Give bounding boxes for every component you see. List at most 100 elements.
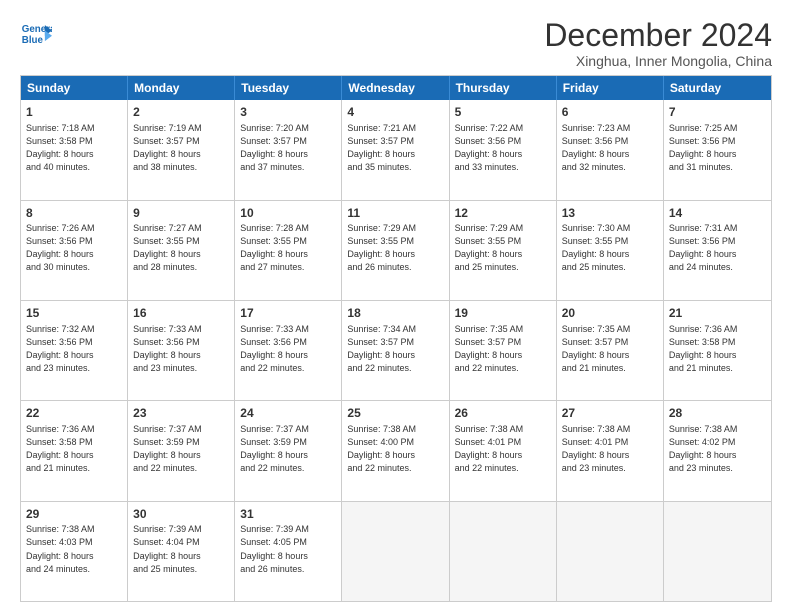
empty-cell xyxy=(557,502,664,601)
day-details: Sunrise: 7:33 AMSunset: 3:56 PMDaylight:… xyxy=(133,323,229,375)
calendar: SundayMondayTuesdayWednesdayThursdayFrid… xyxy=(20,75,772,602)
day-cell-14: 14Sunrise: 7:31 AMSunset: 3:56 PMDayligh… xyxy=(664,201,771,300)
header-day-tuesday: Tuesday xyxy=(235,76,342,100)
day-cell-30: 30Sunrise: 7:39 AMSunset: 4:04 PMDayligh… xyxy=(128,502,235,601)
day-cell-10: 10Sunrise: 7:28 AMSunset: 3:55 PMDayligh… xyxy=(235,201,342,300)
day-cell-4: 4Sunrise: 7:21 AMSunset: 3:57 PMDaylight… xyxy=(342,100,449,199)
calendar-header: SundayMondayTuesdayWednesdayThursdayFrid… xyxy=(21,76,771,100)
calendar-row-1: 1Sunrise: 7:18 AMSunset: 3:58 PMDaylight… xyxy=(21,100,771,200)
day-cell-23: 23Sunrise: 7:37 AMSunset: 3:59 PMDayligh… xyxy=(128,401,235,500)
day-cell-13: 13Sunrise: 7:30 AMSunset: 3:55 PMDayligh… xyxy=(557,201,664,300)
day-number: 23 xyxy=(133,405,229,422)
day-details: Sunrise: 7:27 AMSunset: 3:55 PMDaylight:… xyxy=(133,222,229,274)
day-number: 7 xyxy=(669,104,766,121)
page: General Blue December 2024 Xinghua, Inne… xyxy=(0,0,792,612)
day-details: Sunrise: 7:28 AMSunset: 3:55 PMDaylight:… xyxy=(240,222,336,274)
day-cell-24: 24Sunrise: 7:37 AMSunset: 3:59 PMDayligh… xyxy=(235,401,342,500)
day-number: 24 xyxy=(240,405,336,422)
day-number: 16 xyxy=(133,305,229,322)
day-number: 25 xyxy=(347,405,443,422)
day-number: 12 xyxy=(455,205,551,222)
day-details: Sunrise: 7:38 AMSunset: 4:00 PMDaylight:… xyxy=(347,423,443,475)
day-number: 10 xyxy=(240,205,336,222)
day-details: Sunrise: 7:35 AMSunset: 3:57 PMDaylight:… xyxy=(455,323,551,375)
day-details: Sunrise: 7:37 AMSunset: 3:59 PMDaylight:… xyxy=(133,423,229,475)
day-cell-31: 31Sunrise: 7:39 AMSunset: 4:05 PMDayligh… xyxy=(235,502,342,601)
day-number: 6 xyxy=(562,104,658,121)
day-cell-22: 22Sunrise: 7:36 AMSunset: 3:58 PMDayligh… xyxy=(21,401,128,500)
day-cell-29: 29Sunrise: 7:38 AMSunset: 4:03 PMDayligh… xyxy=(21,502,128,601)
day-details: Sunrise: 7:26 AMSunset: 3:56 PMDaylight:… xyxy=(26,222,122,274)
day-details: Sunrise: 7:30 AMSunset: 3:55 PMDaylight:… xyxy=(562,222,658,274)
day-cell-17: 17Sunrise: 7:33 AMSunset: 3:56 PMDayligh… xyxy=(235,301,342,400)
day-cell-21: 21Sunrise: 7:36 AMSunset: 3:58 PMDayligh… xyxy=(664,301,771,400)
calendar-row-3: 15Sunrise: 7:32 AMSunset: 3:56 PMDayligh… xyxy=(21,301,771,401)
day-number: 31 xyxy=(240,506,336,523)
header-day-friday: Friday xyxy=(557,76,664,100)
calendar-row-5: 29Sunrise: 7:38 AMSunset: 4:03 PMDayligh… xyxy=(21,502,771,601)
day-details: Sunrise: 7:35 AMSunset: 3:57 PMDaylight:… xyxy=(562,323,658,375)
day-cell-25: 25Sunrise: 7:38 AMSunset: 4:00 PMDayligh… xyxy=(342,401,449,500)
day-details: Sunrise: 7:29 AMSunset: 3:55 PMDaylight:… xyxy=(455,222,551,274)
day-details: Sunrise: 7:32 AMSunset: 3:56 PMDaylight:… xyxy=(26,323,122,375)
day-number: 5 xyxy=(455,104,551,121)
day-details: Sunrise: 7:33 AMSunset: 3:56 PMDaylight:… xyxy=(240,323,336,375)
day-number: 18 xyxy=(347,305,443,322)
day-details: Sunrise: 7:22 AMSunset: 3:56 PMDaylight:… xyxy=(455,122,551,174)
day-details: Sunrise: 7:38 AMSunset: 4:03 PMDaylight:… xyxy=(26,523,122,575)
day-cell-16: 16Sunrise: 7:33 AMSunset: 3:56 PMDayligh… xyxy=(128,301,235,400)
calendar-body: 1Sunrise: 7:18 AMSunset: 3:58 PMDaylight… xyxy=(21,100,771,601)
day-details: Sunrise: 7:31 AMSunset: 3:56 PMDaylight:… xyxy=(669,222,766,274)
day-cell-11: 11Sunrise: 7:29 AMSunset: 3:55 PMDayligh… xyxy=(342,201,449,300)
day-number: 20 xyxy=(562,305,658,322)
day-number: 9 xyxy=(133,205,229,222)
day-number: 29 xyxy=(26,506,122,523)
header-day-wednesday: Wednesday xyxy=(342,76,449,100)
empty-cell xyxy=(450,502,557,601)
day-cell-3: 3Sunrise: 7:20 AMSunset: 3:57 PMDaylight… xyxy=(235,100,342,199)
day-details: Sunrise: 7:38 AMSunset: 4:01 PMDaylight:… xyxy=(455,423,551,475)
day-details: Sunrise: 7:36 AMSunset: 3:58 PMDaylight:… xyxy=(26,423,122,475)
day-cell-20: 20Sunrise: 7:35 AMSunset: 3:57 PMDayligh… xyxy=(557,301,664,400)
svg-text:Blue: Blue xyxy=(22,35,44,46)
day-details: Sunrise: 7:34 AMSunset: 3:57 PMDaylight:… xyxy=(347,323,443,375)
day-number: 13 xyxy=(562,205,658,222)
calendar-row-2: 8Sunrise: 7:26 AMSunset: 3:56 PMDaylight… xyxy=(21,201,771,301)
day-number: 21 xyxy=(669,305,766,322)
day-details: Sunrise: 7:19 AMSunset: 3:57 PMDaylight:… xyxy=(133,122,229,174)
logo: General Blue xyxy=(20,18,52,50)
empty-cell xyxy=(342,502,449,601)
header-day-sunday: Sunday xyxy=(21,76,128,100)
day-cell-19: 19Sunrise: 7:35 AMSunset: 3:57 PMDayligh… xyxy=(450,301,557,400)
day-details: Sunrise: 7:39 AMSunset: 4:05 PMDaylight:… xyxy=(240,523,336,575)
day-details: Sunrise: 7:21 AMSunset: 3:57 PMDaylight:… xyxy=(347,122,443,174)
day-cell-1: 1Sunrise: 7:18 AMSunset: 3:58 PMDaylight… xyxy=(21,100,128,199)
header-day-saturday: Saturday xyxy=(664,76,771,100)
day-cell-12: 12Sunrise: 7:29 AMSunset: 3:55 PMDayligh… xyxy=(450,201,557,300)
day-cell-6: 6Sunrise: 7:23 AMSunset: 3:56 PMDaylight… xyxy=(557,100,664,199)
day-details: Sunrise: 7:29 AMSunset: 3:55 PMDaylight:… xyxy=(347,222,443,274)
day-number: 19 xyxy=(455,305,551,322)
day-details: Sunrise: 7:38 AMSunset: 4:01 PMDaylight:… xyxy=(562,423,658,475)
day-number: 17 xyxy=(240,305,336,322)
day-number: 3 xyxy=(240,104,336,121)
day-number: 26 xyxy=(455,405,551,422)
title-block: December 2024 Xinghua, Inner Mongolia, C… xyxy=(544,18,772,69)
day-cell-5: 5Sunrise: 7:22 AMSunset: 3:56 PMDaylight… xyxy=(450,100,557,199)
calendar-row-4: 22Sunrise: 7:36 AMSunset: 3:58 PMDayligh… xyxy=(21,401,771,501)
day-number: 30 xyxy=(133,506,229,523)
day-number: 28 xyxy=(669,405,766,422)
day-cell-7: 7Sunrise: 7:25 AMSunset: 3:56 PMDaylight… xyxy=(664,100,771,199)
day-cell-8: 8Sunrise: 7:26 AMSunset: 3:56 PMDaylight… xyxy=(21,201,128,300)
day-details: Sunrise: 7:39 AMSunset: 4:04 PMDaylight:… xyxy=(133,523,229,575)
subtitle: Xinghua, Inner Mongolia, China xyxy=(544,53,772,69)
day-cell-9: 9Sunrise: 7:27 AMSunset: 3:55 PMDaylight… xyxy=(128,201,235,300)
day-number: 22 xyxy=(26,405,122,422)
day-details: Sunrise: 7:23 AMSunset: 3:56 PMDaylight:… xyxy=(562,122,658,174)
day-cell-15: 15Sunrise: 7:32 AMSunset: 3:56 PMDayligh… xyxy=(21,301,128,400)
day-cell-28: 28Sunrise: 7:38 AMSunset: 4:02 PMDayligh… xyxy=(664,401,771,500)
header-day-thursday: Thursday xyxy=(450,76,557,100)
header: General Blue December 2024 Xinghua, Inne… xyxy=(20,18,772,69)
day-details: Sunrise: 7:18 AMSunset: 3:58 PMDaylight:… xyxy=(26,122,122,174)
day-details: Sunrise: 7:20 AMSunset: 3:57 PMDaylight:… xyxy=(240,122,336,174)
